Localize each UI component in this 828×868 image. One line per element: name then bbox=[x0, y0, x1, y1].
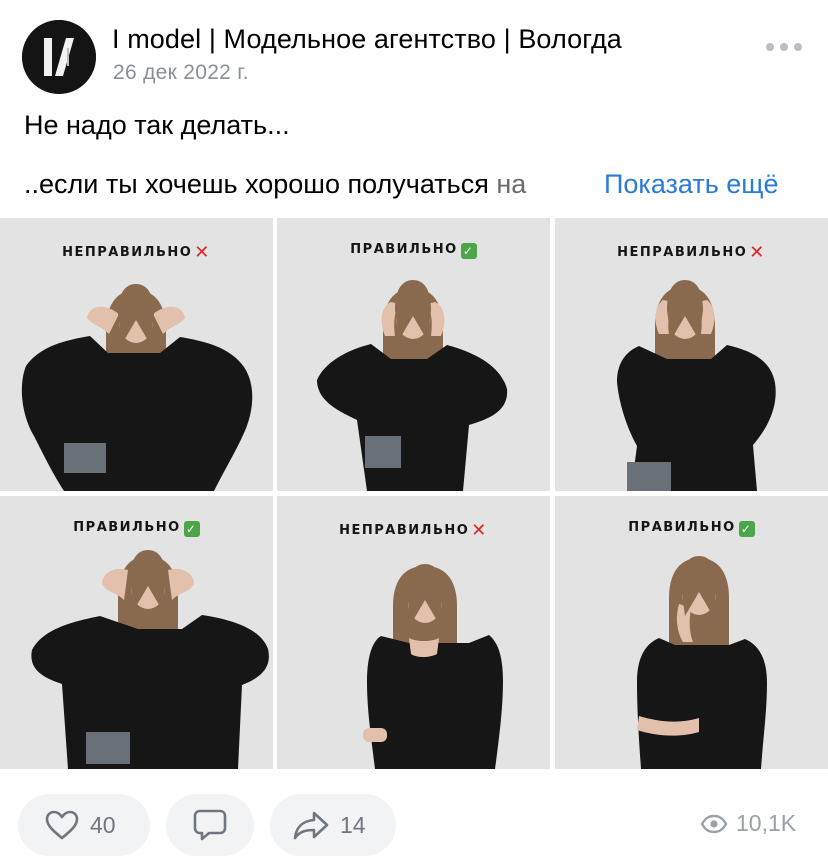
like-button[interactable]: 40 bbox=[18, 794, 150, 856]
photo-label: НЕПРАВИЛЬНО ✕ bbox=[0, 242, 273, 263]
photo-label: ПРАВИЛЬНО ✓ bbox=[0, 520, 273, 537]
photo-tile[interactable]: ПРАВИЛЬНО ✓ bbox=[277, 218, 550, 491]
cross-mark-icon: ✕ bbox=[471, 520, 488, 541]
photo-label-text: ПРАВИЛЬНО bbox=[73, 520, 181, 535]
comment-button[interactable] bbox=[166, 794, 254, 856]
share-count: 14 bbox=[340, 811, 366, 838]
post-text-line-2-main: ..если ты хочешь хорошо получаться bbox=[24, 169, 497, 199]
post-date[interactable]: 26 дек 2022 г. bbox=[113, 61, 249, 85]
avatar[interactable] bbox=[22, 20, 96, 94]
photo-tile[interactable]: НЕПРАВИЛЬНО ✕ bbox=[555, 218, 828, 491]
share-arrow-icon bbox=[293, 811, 329, 840]
cross-mark-icon: ✕ bbox=[194, 242, 211, 263]
heart-icon bbox=[45, 810, 79, 840]
check-mark-icon: ✓ bbox=[183, 521, 200, 537]
share-button[interactable]: 14 bbox=[270, 794, 396, 856]
post-actions: 40 14 10,1K bbox=[0, 790, 828, 860]
photo-label-text: ПРАВИЛЬНО bbox=[350, 242, 458, 257]
more-options-icon[interactable] bbox=[766, 40, 804, 54]
photo-label: ПРАВИЛЬНО ✓ bbox=[555, 520, 828, 537]
photo-label: НЕПРАВИЛЬНО ✕ bbox=[555, 242, 828, 263]
check-mark-icon: ✓ bbox=[460, 243, 477, 259]
photo-label-text: НЕПРАВИЛЬНО bbox=[339, 523, 470, 538]
photo-label-text: ПРАВИЛЬНО bbox=[628, 520, 736, 535]
comment-icon bbox=[193, 809, 227, 841]
photo-tile[interactable]: НЕПРАВИЛЬНО ✕ bbox=[277, 496, 550, 769]
photo-label-text: НЕПРАВИЛЬНО bbox=[617, 245, 748, 260]
photo-grid: НЕПРАВИЛЬНО✕ ПРАВИЛЬНО✓ НЕПРАВИЛЬНО✕ bbox=[0, 218, 828, 769]
check-mark-icon: ✓ bbox=[738, 521, 755, 537]
photo-label-text: НЕПРАВИЛЬНО bbox=[62, 245, 193, 260]
photo-tile[interactable]: ПРАВИЛЬНО ✓ bbox=[555, 496, 828, 769]
post-text-line-2: ..если ты хочешь хорошо получаться на bbox=[24, 169, 526, 200]
show-more-link[interactable]: Показать ещё bbox=[604, 169, 779, 200]
photo-label: НЕПРАВИЛЬНО ✕ bbox=[277, 520, 550, 541]
eye-icon bbox=[700, 814, 728, 833]
views-count: 10,1K bbox=[736, 810, 797, 836]
photo-tile[interactable]: ПРАВИЛЬНО ✓ bbox=[0, 496, 273, 769]
author-name[interactable]: I model | Модельное агентство | Вологда bbox=[112, 24, 622, 55]
post-header: I model | Модельное агентство | Вологда … bbox=[0, 0, 828, 100]
like-count: 40 bbox=[90, 811, 116, 838]
cross-mark-icon: ✕ bbox=[749, 242, 766, 263]
post-text-fade: на bbox=[496, 169, 527, 199]
photo-tile[interactable]: НЕПРАВИЛЬНО ✕ bbox=[0, 218, 273, 491]
views-counter: 10,1K bbox=[700, 810, 796, 837]
photo-label: ПРАВИЛЬНО ✓ bbox=[277, 242, 550, 259]
agency-logo-icon bbox=[22, 20, 96, 94]
post-text-line-1: Не надо так делать... bbox=[24, 110, 290, 140]
